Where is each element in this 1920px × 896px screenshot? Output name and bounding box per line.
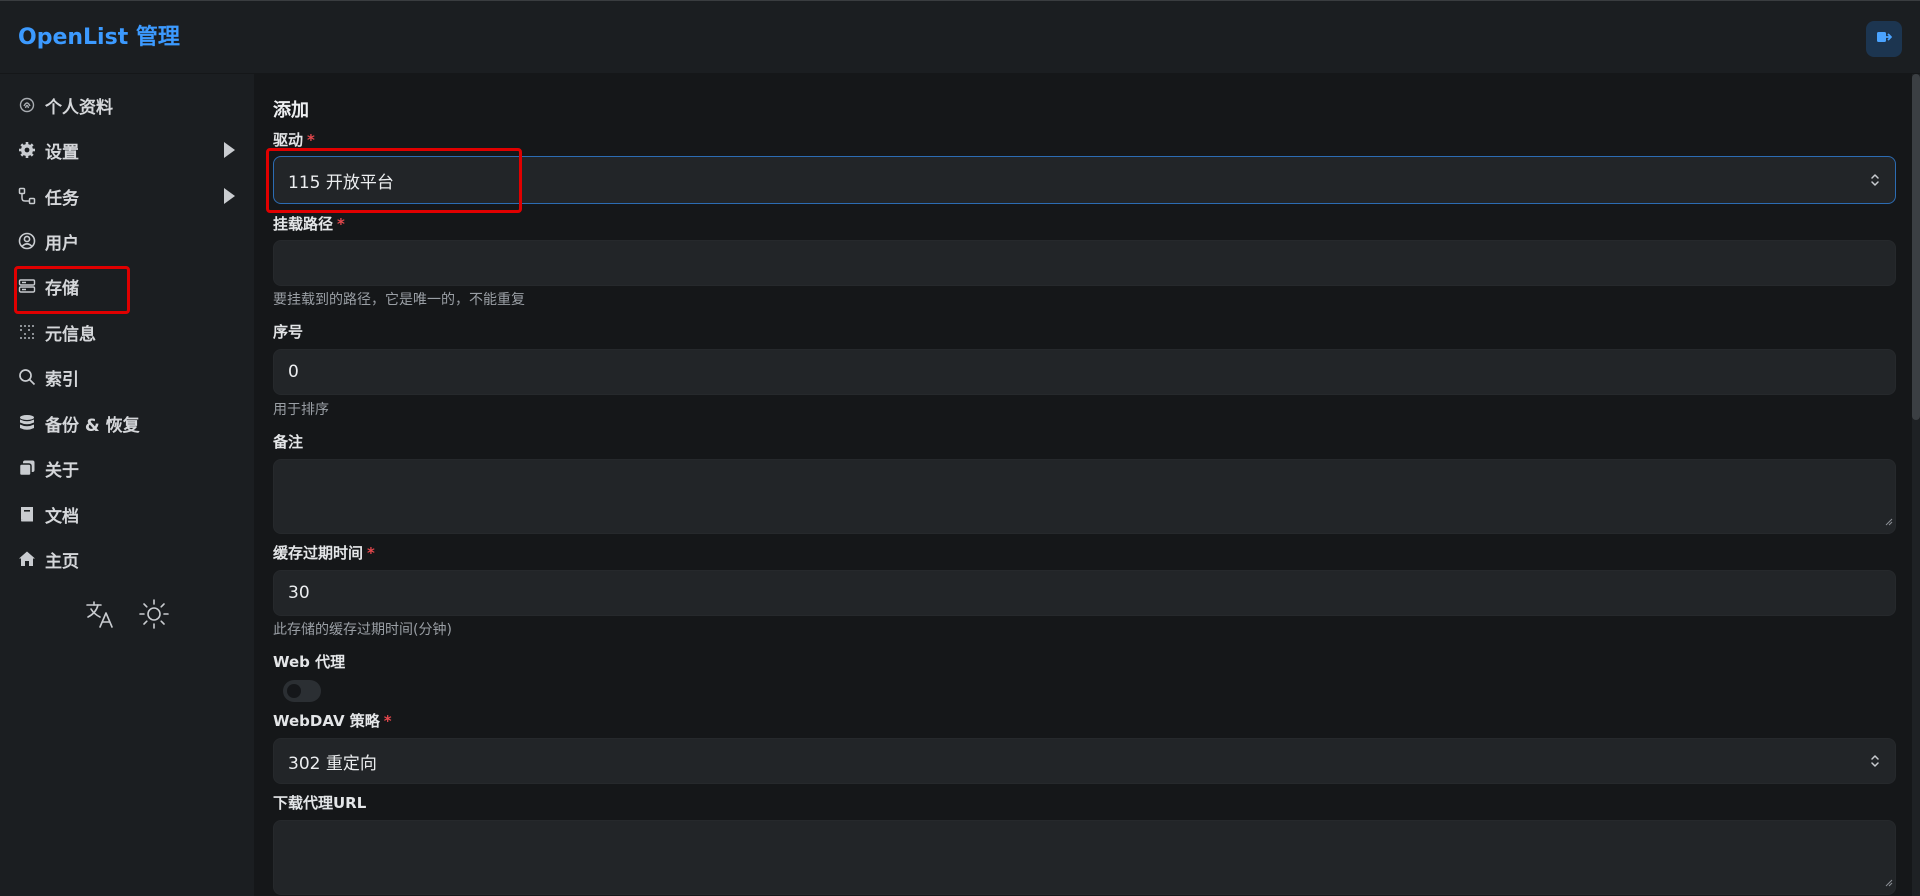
logout-icon bbox=[1876, 29, 1892, 49]
sidebar-item-label: 关于 bbox=[45, 460, 79, 481]
sidebar-item-backup-restore[interactable]: 备份 & 恢复 bbox=[18, 408, 238, 438]
sidebar-tools bbox=[84, 598, 170, 634]
order-input[interactable]: 0 bbox=[273, 349, 1896, 395]
user-circle-icon bbox=[18, 232, 36, 250]
home-icon bbox=[18, 550, 36, 568]
remark-label: 备注 bbox=[273, 433, 304, 451]
sidebar-item-label: 文档 bbox=[45, 506, 79, 527]
book-icon bbox=[18, 505, 36, 523]
download-proxy-url-textarea[interactable] bbox=[273, 820, 1896, 895]
mount-path-input[interactable] bbox=[273, 240, 1896, 286]
scrollbar-thumb[interactable] bbox=[1912, 74, 1920, 420]
sidebar-item-label: 备份 & 恢复 bbox=[45, 415, 140, 436]
driver-value: 115 开放平台 bbox=[288, 172, 394, 193]
gear-icon bbox=[18, 141, 36, 159]
sidebar-item-settings[interactable]: 设置 bbox=[18, 135, 238, 165]
sidebar-item-users[interactable]: 用户 bbox=[18, 226, 238, 256]
sidebar-item-storage[interactable]: 存储 bbox=[18, 271, 238, 301]
remark-textarea[interactable] bbox=[273, 459, 1896, 534]
download-proxy-url-label: 下载代理URL bbox=[273, 794, 367, 812]
cache-expiration-input[interactable]: 30 bbox=[273, 570, 1896, 616]
main-content: 添加 驱动 * 115 开放平台 挂载路径 * 要挂载到的路径，它是唯一的，不能重复… bbox=[254, 74, 1920, 896]
caret-right-icon bbox=[222, 141, 236, 164]
sun-icon bbox=[138, 598, 170, 634]
logout-button[interactable] bbox=[1866, 21, 1902, 57]
sidebar-item-indexes[interactable]: 索引 bbox=[18, 362, 238, 392]
caret-right-icon bbox=[222, 187, 236, 210]
sidebar: 个人资料 设置 任务 用户 存储 元信息 索引 备份 & 恢复 关于 文档 主页 bbox=[0, 74, 254, 896]
flow-icon bbox=[18, 187, 36, 205]
web-proxy-label: Web 代理 bbox=[273, 653, 346, 671]
resize-grip-icon[interactable] bbox=[1885, 872, 1893, 892]
grid-icon bbox=[18, 323, 36, 341]
database-icon bbox=[18, 414, 36, 432]
sidebar-item-label: 任务 bbox=[45, 188, 79, 209]
webdav-policy-select[interactable]: 302 重定向 bbox=[273, 738, 1896, 784]
storage-icon bbox=[18, 277, 36, 295]
sidebar-item-label: 设置 bbox=[45, 142, 79, 163]
fingerprint-icon bbox=[18, 96, 36, 114]
app-title[interactable]: OpenList 管理 bbox=[18, 24, 180, 52]
sidebar-item-label: 个人资料 bbox=[45, 97, 113, 118]
webdav-policy-value: 302 重定向 bbox=[288, 753, 377, 774]
order-value: 0 bbox=[288, 362, 299, 382]
sidebar-item-label: 元信息 bbox=[45, 324, 96, 345]
sidebar-item-label: 存储 bbox=[45, 278, 79, 299]
select-caret-icon bbox=[1869, 172, 1881, 193]
order-help: 用于排序 bbox=[273, 402, 329, 418]
page-title: 添加 bbox=[273, 100, 309, 121]
copy-icon bbox=[18, 459, 36, 477]
sidebar-item-profile[interactable]: 个人资料 bbox=[18, 90, 238, 120]
sidebar-item-home[interactable]: 主页 bbox=[18, 544, 238, 574]
sidebar-item-docs[interactable]: 文档 bbox=[18, 499, 238, 529]
driver-select[interactable]: 115 开放平台 bbox=[273, 156, 1896, 204]
translate-icon bbox=[84, 598, 116, 634]
sidebar-item-label: 索引 bbox=[45, 369, 79, 390]
select-caret-icon bbox=[1869, 753, 1881, 774]
sidebar-item-metas[interactable]: 元信息 bbox=[18, 317, 238, 347]
theme-toggle-button[interactable] bbox=[138, 598, 170, 634]
web-proxy-toggle[interactable] bbox=[283, 680, 321, 702]
language-button[interactable] bbox=[84, 600, 116, 632]
mount-path-label: 挂载路径 * bbox=[273, 215, 345, 233]
webdav-policy-label: WebDAV 策略 * bbox=[273, 712, 392, 730]
order-label: 序号 bbox=[273, 323, 304, 341]
mount-path-help: 要挂载到的路径，它是唯一的，不能重复 bbox=[273, 292, 525, 308]
cache-expiration-value: 30 bbox=[288, 583, 310, 603]
driver-label: 驱动 * bbox=[273, 131, 315, 149]
sidebar-item-label: 主页 bbox=[45, 551, 79, 572]
cache-expiration-label: 缓存过期时间 * bbox=[273, 544, 375, 562]
toggle-knob bbox=[287, 684, 301, 698]
resize-grip-icon[interactable] bbox=[1885, 511, 1893, 531]
sidebar-item-tasks[interactable]: 任务 bbox=[18, 181, 238, 211]
sidebar-item-about[interactable]: 关于 bbox=[18, 453, 238, 483]
top-header: OpenList 管理 bbox=[0, 0, 1920, 74]
search-icon bbox=[18, 368, 36, 386]
sidebar-item-label: 用户 bbox=[45, 233, 79, 254]
scrollbar[interactable] bbox=[1912, 74, 1920, 896]
cache-expiration-help: 此存储的缓存过期时间(分钟) bbox=[273, 622, 452, 638]
